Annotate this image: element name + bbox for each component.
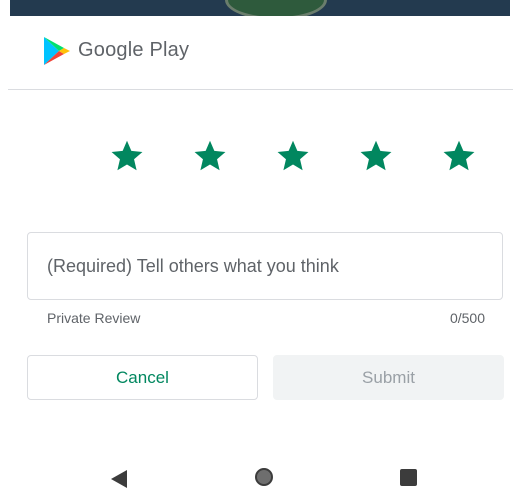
star-2[interactable] [192,138,228,174]
back-triangle-icon[interactable] [111,470,127,488]
star-4[interactable] [358,138,394,174]
star-icon [111,140,143,171]
star-3[interactable] [275,138,311,174]
home-circle-icon[interactable] [255,468,273,486]
header-divider [8,89,513,90]
privacy-label: Private Review [47,310,141,326]
recents-square-icon[interactable] [400,469,417,486]
brand-title: Google Play [78,39,190,61]
banner-artwork [225,0,327,16]
google-play-icon [43,36,71,66]
star-rating[interactable] [0,138,520,178]
character-counter: 0/500 [449,310,485,326]
app-header: Google Play [0,30,520,76]
top-banner-strip [10,0,510,16]
system-navigation-bar [0,462,520,490]
star-5[interactable] [441,138,477,174]
star-icon [194,140,226,171]
review-text-field[interactable]: (Required) Tell others what you think [27,232,503,300]
submit-button[interactable]: Submit [273,355,504,400]
star-icon [277,140,309,171]
star-icon [443,140,475,171]
star-icon [360,140,392,171]
review-meta-row: Private Review 0/500 [47,310,485,328]
cancel-button[interactable]: Cancel [27,355,258,400]
star-1[interactable] [109,138,145,174]
review-placeholder: (Required) Tell others what you think [47,256,339,276]
